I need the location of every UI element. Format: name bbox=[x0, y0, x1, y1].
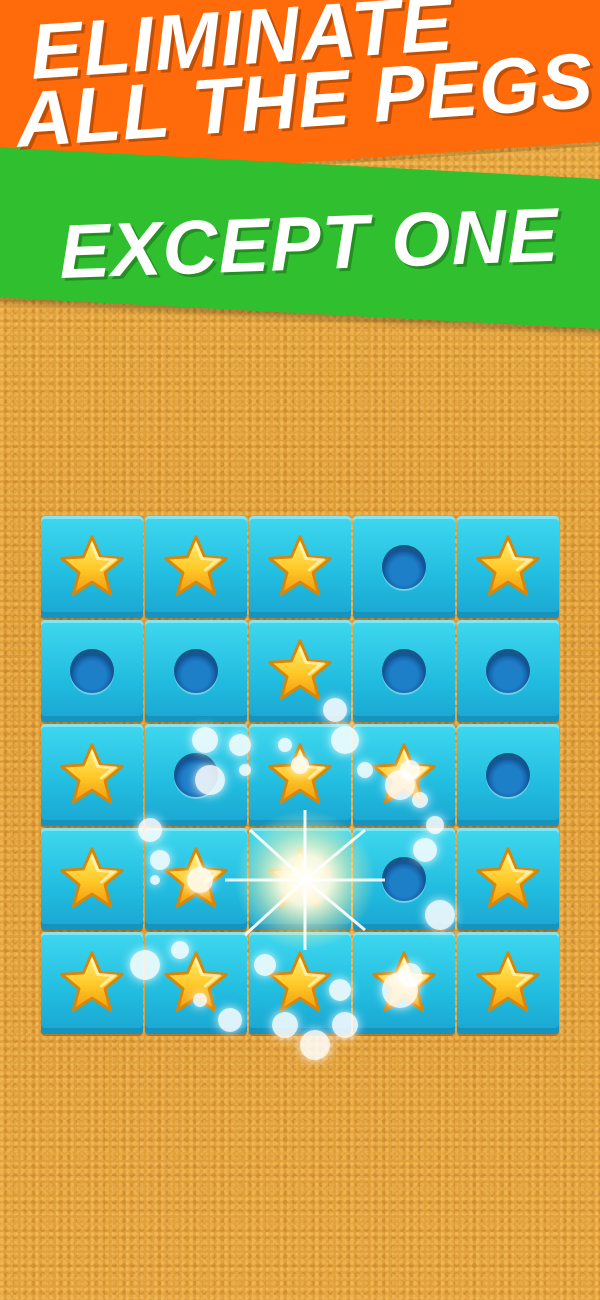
board-tile[interactable] bbox=[353, 932, 455, 1034]
star-peg-icon bbox=[372, 951, 436, 1012]
empty-hole-icon bbox=[174, 753, 218, 797]
board-tile[interactable] bbox=[145, 932, 247, 1034]
star-peg-icon bbox=[268, 639, 332, 700]
board-tile[interactable] bbox=[353, 724, 455, 826]
board-tile[interactable] bbox=[41, 620, 143, 722]
star-peg-icon bbox=[164, 535, 228, 596]
board-tile[interactable] bbox=[249, 516, 351, 618]
peg-board bbox=[40, 515, 560, 1035]
board-tile[interactable] bbox=[249, 620, 351, 722]
star-peg-icon bbox=[60, 951, 124, 1012]
board-tile[interactable] bbox=[353, 516, 455, 618]
empty-hole-icon bbox=[382, 545, 426, 589]
board-tile[interactable] bbox=[457, 620, 559, 722]
board-tile[interactable] bbox=[145, 620, 247, 722]
star-peg-icon bbox=[268, 951, 332, 1012]
board-tile[interactable] bbox=[457, 724, 559, 826]
board-tile[interactable] bbox=[41, 516, 143, 618]
board-tile[interactable] bbox=[353, 620, 455, 722]
star-peg-icon bbox=[60, 847, 124, 908]
star-peg-icon bbox=[372, 743, 436, 804]
star-peg-icon bbox=[268, 743, 332, 804]
star-peg-icon bbox=[268, 847, 332, 908]
board-tile[interactable] bbox=[145, 724, 247, 826]
star-peg-icon bbox=[476, 951, 540, 1012]
board-tile[interactable] bbox=[457, 828, 559, 930]
empty-hole-icon bbox=[486, 649, 530, 693]
star-peg-icon bbox=[268, 535, 332, 596]
empty-hole-icon bbox=[382, 649, 426, 693]
star-peg-icon bbox=[60, 535, 124, 596]
board-tile[interactable] bbox=[41, 724, 143, 826]
board-tile[interactable] bbox=[457, 932, 559, 1034]
board-tile[interactable] bbox=[249, 724, 351, 826]
empty-hole-icon bbox=[382, 857, 426, 901]
board-tile[interactable] bbox=[249, 932, 351, 1034]
star-peg-icon bbox=[164, 847, 228, 908]
star-peg-icon bbox=[476, 847, 540, 908]
board-tile[interactable] bbox=[145, 828, 247, 930]
board-tile[interactable] bbox=[353, 828, 455, 930]
board-tile[interactable] bbox=[145, 516, 247, 618]
headline-line-3: EXCEPT ONE bbox=[57, 192, 561, 295]
star-peg-icon bbox=[476, 535, 540, 596]
empty-hole-icon bbox=[174, 649, 218, 693]
empty-hole-icon bbox=[70, 649, 114, 693]
board-tile[interactable] bbox=[41, 828, 143, 930]
star-peg-icon bbox=[164, 951, 228, 1012]
empty-hole-icon bbox=[486, 753, 530, 797]
board-tile[interactable] bbox=[249, 828, 351, 930]
star-peg-icon bbox=[60, 743, 124, 804]
board-tile[interactable] bbox=[41, 932, 143, 1034]
board-tile[interactable] bbox=[457, 516, 559, 618]
